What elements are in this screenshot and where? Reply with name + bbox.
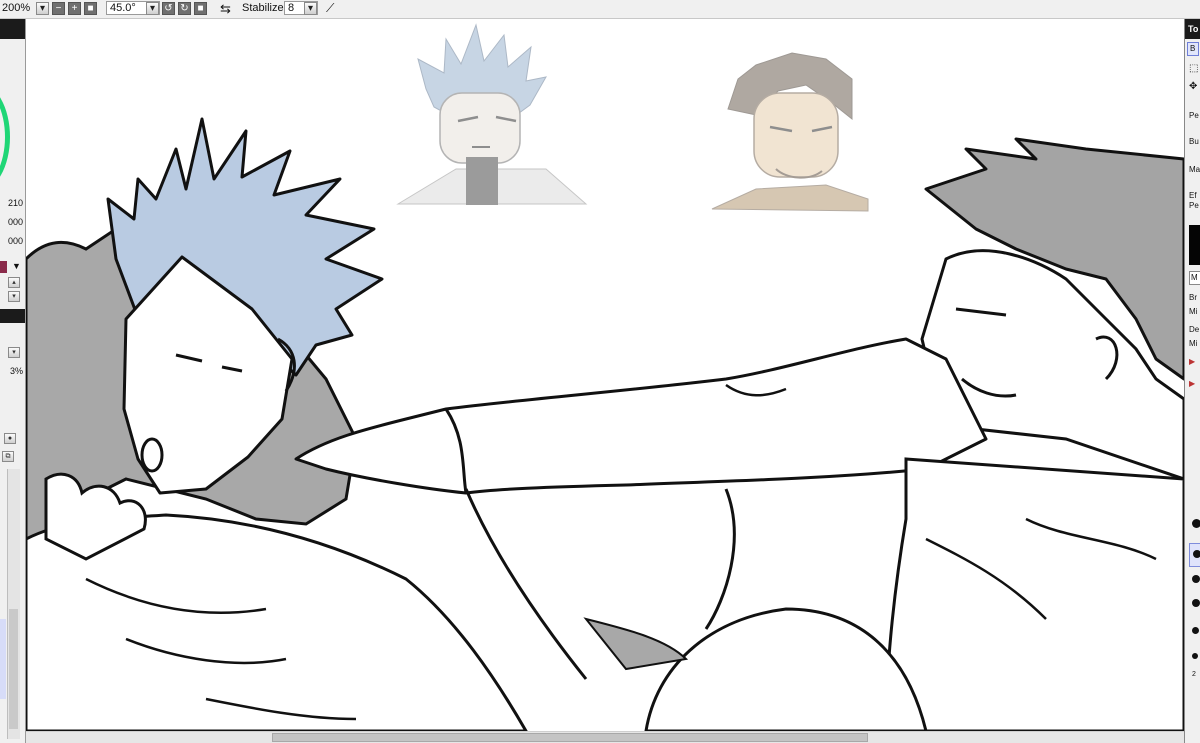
- color-value-1: 210: [7, 198, 23, 208]
- brush-size-item[interactable]: [1192, 519, 1200, 528]
- small-down-button[interactable]: ▾: [8, 291, 20, 302]
- square-icon: ■: [197, 2, 204, 14]
- stabilizer-label: Stabilizer: [242, 2, 288, 14]
- chevron-down-icon: ▾: [39, 2, 46, 14]
- rotation-reset-button[interactable]: ■: [194, 2, 207, 15]
- tool-label-4: Ef: [1189, 191, 1197, 200]
- brush-size-item[interactable]: [1192, 653, 1198, 659]
- flip-horizontal-icon[interactable]: ⇆: [220, 2, 231, 15]
- right-panel: To B ⬚ ✥ Pe Bu Ma Ef Pe M Br Mi De Mi ▶ …: [1184, 19, 1200, 743]
- current-color-swatch[interactable]: [1189, 225, 1200, 265]
- color-value-2: 000: [7, 217, 23, 227]
- reference-image-left: [396, 23, 588, 205]
- rotate-left-icon: ↺: [164, 2, 173, 14]
- left-panel: 210 000 000 ▼ ▴ ▾ ▾ 3% ● ⧉: [0, 19, 26, 743]
- tool-label-3: Ma: [1189, 165, 1200, 174]
- zoom-out-button[interactable]: −: [52, 2, 65, 15]
- artwork: [26, 23, 1184, 731]
- color-wheel[interactable]: [0, 83, 10, 191]
- right-man-torso: [884, 457, 1184, 731]
- tool-panel-title: To: [1188, 24, 1199, 34]
- percent-value: 3%: [9, 366, 23, 376]
- tool-label-2: Bu: [1189, 137, 1199, 146]
- tool-label-1: Pe: [1189, 111, 1199, 120]
- reference-image-right: [711, 52, 869, 212]
- brush-label-3: De: [1189, 325, 1200, 334]
- panel-separator: [0, 309, 25, 323]
- selected-layer-indicator[interactable]: [0, 619, 6, 699]
- brush-size-item[interactable]: [1192, 627, 1199, 634]
- expand-icon[interactable]: ▶: [1189, 357, 1195, 366]
- rotation-dropdown-button[interactable]: ▾: [146, 2, 159, 15]
- zoom-value[interactable]: 200%: [2, 2, 30, 15]
- stabilizer-dropdown-button[interactable]: ▾: [304, 2, 317, 15]
- dropdown-button[interactable]: ▾: [8, 347, 20, 358]
- brush-size-item[interactable]: [1192, 599, 1200, 607]
- zoom-reset-button[interactable]: ■: [84, 2, 97, 15]
- copy-icon[interactable]: ⧉: [2, 451, 14, 462]
- zoom-in-button[interactable]: +: [68, 2, 81, 15]
- tool-tab[interactable]: B: [1187, 42, 1199, 56]
- horizontal-scrollbar[interactable]: [26, 731, 1184, 743]
- top-toolbar: 200% ▾ − + ■ 45.0° ▾ ↺ ↻ ■ ⇆ Stabilizer …: [0, 0, 1200, 19]
- panel-header: [0, 19, 25, 39]
- brush-size-item[interactable]: [1192, 575, 1200, 583]
- right-man-knee: [644, 607, 928, 731]
- chevron-down-icon[interactable]: ▼: [12, 261, 21, 271]
- brush-size-label: 2: [1192, 671, 1196, 678]
- small-up-button[interactable]: ▴: [8, 277, 20, 288]
- right-man-arm: [294, 337, 988, 495]
- layer-mode-button[interactable]: ●: [4, 433, 16, 444]
- brush-label-2: Mi: [1189, 307, 1198, 316]
- color-value-3: 000: [7, 236, 23, 246]
- chevron-down-icon: ▾: [149, 2, 156, 14]
- pen-pressure-icon[interactable]: ⟋: [326, 2, 334, 15]
- chevron-down-icon: ▾: [307, 2, 314, 14]
- blend-mode-select[interactable]: M: [1189, 271, 1200, 285]
- zoom-dropdown-button[interactable]: ▾: [36, 2, 49, 15]
- brush-label-1: Br: [1189, 293, 1197, 302]
- layer-scrollbar[interactable]: [7, 469, 20, 739]
- tool-panel-header: To: [1185, 19, 1200, 39]
- rotate-right-icon: ↻: [180, 2, 189, 14]
- brush-size-list: 2: [1189, 399, 1200, 731]
- tool-label-5: Pe: [1189, 201, 1199, 210]
- layer-scroll-thumb[interactable]: [9, 609, 18, 729]
- rotate-right-button[interactable]: ↻: [178, 2, 191, 15]
- drawing-canvas[interactable]: [26, 19, 1184, 731]
- expand-icon[interactable]: ▶: [1189, 379, 1195, 388]
- selection-icon[interactable]: ⬚: [1189, 63, 1198, 74]
- horizontal-scroll-thumb[interactable]: [272, 733, 868, 742]
- brush-label-4: Mi: [1189, 339, 1198, 348]
- rotate-left-button[interactable]: ↺: [162, 2, 175, 15]
- move-icon[interactable]: ✥: [1189, 81, 1197, 92]
- brush-size-item-selected[interactable]: [1189, 543, 1200, 567]
- square-icon: ■: [87, 2, 94, 14]
- color-swatch[interactable]: [0, 261, 7, 273]
